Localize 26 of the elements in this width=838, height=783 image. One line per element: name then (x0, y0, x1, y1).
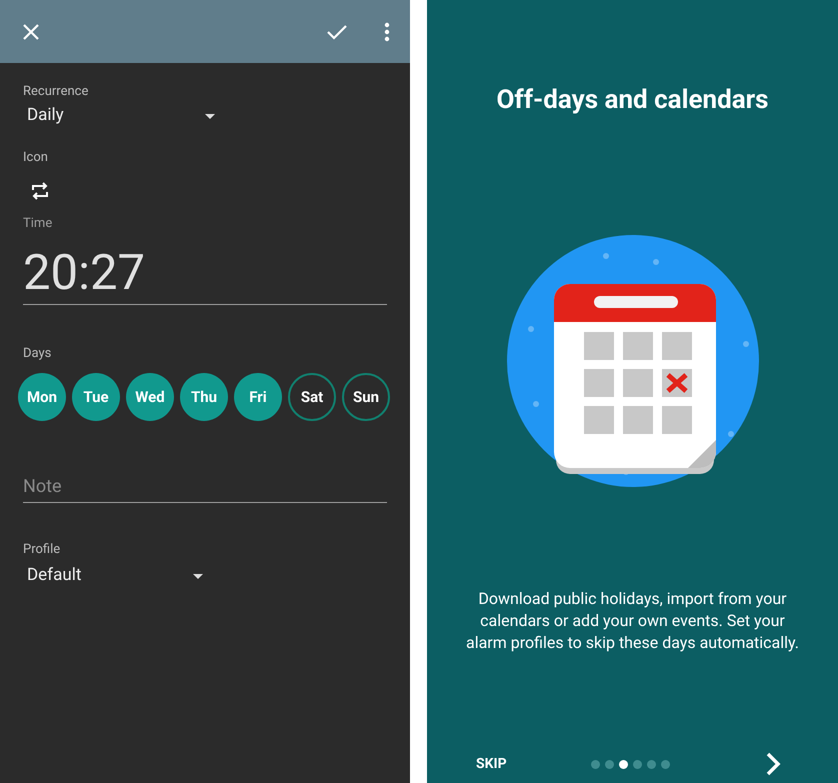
day-toggle[interactable]: Mon (18, 373, 66, 421)
day-toggle[interactable]: Fri (234, 373, 282, 421)
day-toggle[interactable]: Thu (180, 373, 228, 421)
time-field[interactable]: 20:27 (23, 247, 387, 305)
more-icon[interactable] (384, 22, 390, 42)
day-toggle[interactable]: Tue (72, 373, 120, 421)
field-label: Icon (23, 149, 48, 167)
caret-icon (205, 114, 215, 118)
check-icon[interactable] (326, 24, 348, 40)
day-toggle[interactable]: Wed (126, 373, 174, 421)
repeat-icon[interactable] (30, 181, 50, 201)
skip-button[interactable]: SKIP (476, 754, 507, 774)
field-label: Time (23, 215, 52, 233)
note-field[interactable]: Note (23, 463, 387, 503)
field-label: Days (23, 345, 52, 363)
field-label: Profile (23, 541, 60, 559)
day-toggle[interactable]: Sat (288, 373, 336, 421)
onboarding-description: Download public holidays, import from your calendars or add your own events. Set your alarm profiles to skip these days automatically. (465, 588, 800, 654)
close-icon[interactable] (22, 22, 40, 40)
caret-icon (193, 574, 203, 578)
next-icon[interactable] (765, 752, 781, 776)
field-label: Recurrence (23, 83, 88, 101)
profile-dropdown[interactable]: Default (23, 563, 203, 589)
recurrence-dropdown[interactable]: Daily (23, 103, 215, 129)
onboarding-title: Off-days and calendars (496, 84, 769, 116)
day-toggle[interactable]: Sun (342, 373, 390, 421)
